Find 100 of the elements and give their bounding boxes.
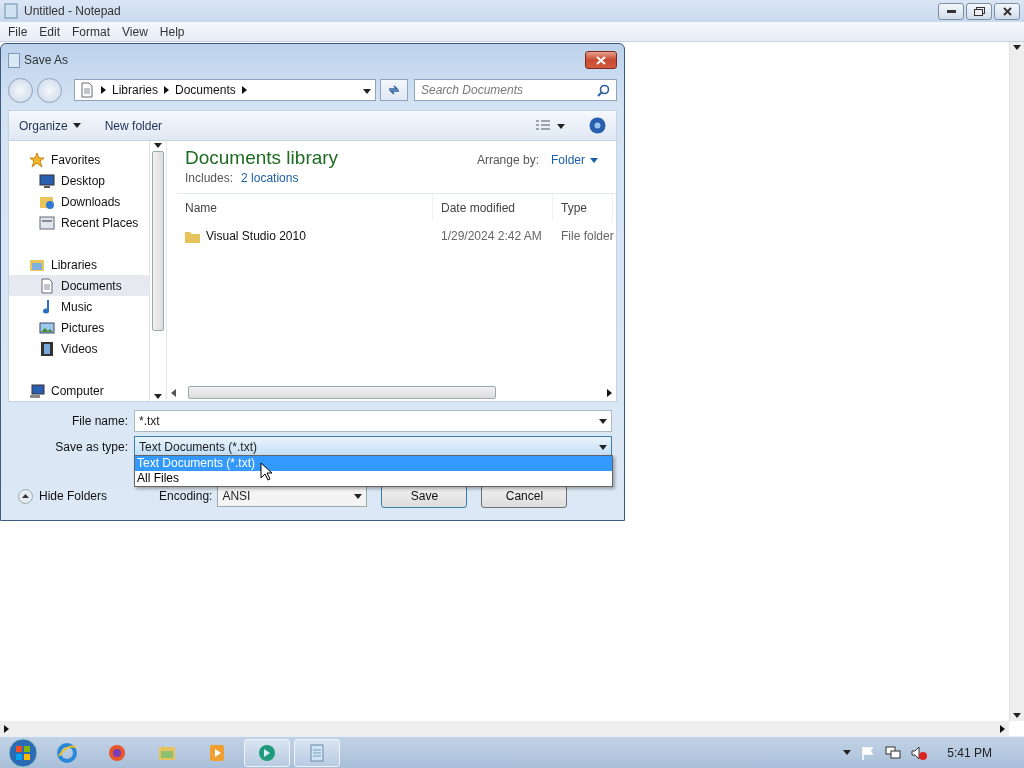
document-icon <box>79 82 95 98</box>
menu-item[interactable]: Help <box>153 24 191 39</box>
file-name-cell[interactable]: Visual Studio 2010 <box>177 229 433 243</box>
minimize-button[interactable] <box>938 2 964 20</box>
caret-icon <box>590 157 598 163</box>
notepad-icon <box>4 3 18 19</box>
includes-label: Includes: <box>185 171 234 185</box>
nav-label: Documents <box>61 278 122 293</box>
new-folder-button[interactable]: New folder <box>104 116 163 135</box>
address-bar[interactable]: Libraries Documents <box>74 79 376 101</box>
nav-item[interactable]: Pictures <box>9 317 149 338</box>
nav-item[interactable]: Favorites <box>9 149 149 170</box>
breadcrumb-item[interactable]: Libraries <box>112 83 159 97</box>
scroll-down-icon <box>154 394 162 399</box>
chevron-icon <box>241 86 247 94</box>
chevron-icon <box>164 86 170 94</box>
menu-item[interactable]: View <box>116 24 154 39</box>
nav-item[interactable]: Computer <box>9 380 149 401</box>
file-name-label: File name: <box>70 414 129 428</box>
save-type-label: Save as type: <box>54 440 129 454</box>
column-header[interactable]: Type <box>553 194 613 221</box>
file-name-field[interactable]: *.txt <box>134 410 612 432</box>
nav-label: Music <box>61 299 93 314</box>
menu-item[interactable]: Edit <box>33 24 67 39</box>
caret-icon <box>599 444 607 450</box>
refresh-icon <box>387 84 401 96</box>
close-icon <box>1002 6 1012 16</box>
breadcrumb-item[interactable]: Documents <box>175 83 236 97</box>
vertical-scrollbar[interactable] <box>149 141 166 401</box>
computer-icon <box>29 382 45 399</box>
nav-label: Pictures <box>61 320 105 335</box>
column-header[interactable]: Date modified <box>433 194 553 221</box>
nav-label: Recent Places <box>61 215 139 230</box>
locations-link[interactable]: 2 locations <box>241 171 299 185</box>
window-title: Untitled - Notepad <box>24 4 121 18</box>
tray-arrow-icon <box>843 750 852 755</box>
flag-icon[interactable] <box>861 745 876 760</box>
chevron-icon <box>607 388 612 397</box>
nav-item[interactable]: Documents <box>9 275 149 296</box>
chevron-icon <box>101 86 106 94</box>
encoding-label: Encoding: <box>159 489 213 503</box>
nav-item[interactable]: Videos <box>9 338 149 359</box>
close-button[interactable] <box>994 2 1020 20</box>
muted-speaker-icon[interactable] <box>911 745 928 760</box>
network-icon[interactable] <box>885 745 902 760</box>
menu-item[interactable]: Format <box>66 24 117 39</box>
nav-label: Desktop <box>61 173 106 188</box>
nav-label: Downloads <box>61 194 121 209</box>
save-type-dropdown[interactable]: Text Documents (*.txt) <box>134 436 612 458</box>
clock[interactable]: 5:41 PM <box>947 745 992 760</box>
caret-icon <box>354 493 363 499</box>
restore-button[interactable] <box>966 2 992 20</box>
scroll-down-icon <box>1013 713 1021 718</box>
horizontal-scrollbar[interactable] <box>0 721 1009 736</box>
star-icon <box>29 151 45 168</box>
back-button[interactable] <box>8 77 33 103</box>
start-button[interactable] <box>6 737 40 768</box>
nav-label: Computer <box>51 383 104 398</box>
caret-icon <box>72 123 81 128</box>
nav-item[interactable]: Music <box>9 296 149 317</box>
browser-icon[interactable] <box>56 741 78 764</box>
date-cell-text: 1/29/2024 2:42 AM <box>440 229 543 243</box>
nav-item[interactable]: Downloads <box>9 191 149 212</box>
image-icon <box>39 319 55 336</box>
window-icon <box>39 214 55 231</box>
arrange-dropdown[interactable]: Folder <box>551 151 598 169</box>
chevron-icon <box>4 724 9 733</box>
library-title: Documents library <box>185 147 339 169</box>
dropdown-option[interactable]: All Files <box>135 471 612 486</box>
scroll-up-icon <box>1013 45 1021 50</box>
nav-item[interactable]: Libraries <box>9 254 149 275</box>
refresh-button[interactable] <box>380 79 408 101</box>
close-icon <box>596 55 606 65</box>
caret-icon <box>599 418 607 424</box>
vertical-scrollbar[interactable] <box>1009 42 1024 721</box>
forward-button[interactable] <box>37 77 62 103</box>
help-icon[interactable] <box>589 117 606 134</box>
close-button[interactable] <box>585 51 617 69</box>
column-header[interactable]: Name <box>177 194 433 221</box>
search-icon <box>597 83 610 97</box>
encoding-dropdown[interactable]: ANSI <box>217 485 368 507</box>
scroll-up-icon <box>154 143 162 148</box>
notepad-icon <box>8 52 20 68</box>
dialog-title: Save As <box>24 53 69 67</box>
menu-item[interactable]: File <box>2 24 34 39</box>
nav-label: Favorites <box>51 152 101 167</box>
nav-label: Videos <box>61 341 98 356</box>
nav-item[interactable]: Recent Places <box>9 212 149 233</box>
caret-icon <box>363 89 371 94</box>
restore-icon <box>973 6 985 16</box>
nav-item[interactable]: Desktop <box>9 170 149 191</box>
mouse-cursor-icon <box>260 462 272 481</box>
type-cell-text: File folder <box>560 229 613 243</box>
search-field[interactable]: Search Documents <box>414 79 617 101</box>
organize-button[interactable]: Organize <box>19 116 81 135</box>
view-list-icon[interactable] <box>535 118 565 133</box>
minimize-icon <box>946 9 956 13</box>
film-icon <box>39 340 55 357</box>
hide-folders-button[interactable]: Hide Folders <box>8 488 108 504</box>
nav-label: Libraries <box>51 257 98 272</box>
